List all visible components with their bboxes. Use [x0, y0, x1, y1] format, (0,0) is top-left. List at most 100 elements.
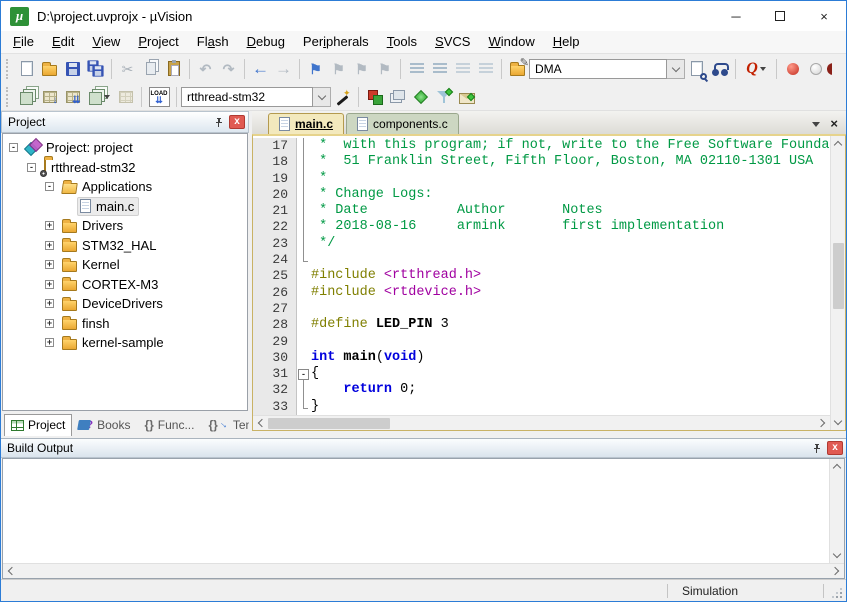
- scroll-down-button[interactable]: [831, 415, 846, 430]
- resize-grip[interactable]: [824, 580, 846, 602]
- redo-button[interactable]: ↷: [217, 57, 240, 80]
- save-all-button[interactable]: [84, 57, 107, 80]
- menu-peripherals[interactable]: Peripherals: [294, 31, 378, 53]
- scroll-up-button[interactable]: [830, 459, 845, 474]
- menu-view[interactable]: View: [83, 31, 129, 53]
- insert-breakpoint-button[interactable]: [781, 57, 804, 80]
- clipped-toolbar-icon[interactable]: [827, 61, 832, 77]
- minimize-button[interactable]: ─: [714, 1, 758, 31]
- manage-rte-button[interactable]: [409, 85, 432, 108]
- insert-bookmark-button[interactable]: ⚑: [304, 57, 327, 80]
- fold-collapse-icon[interactable]: [297, 366, 311, 382]
- comment-button[interactable]: [451, 57, 474, 80]
- scroll-down-button[interactable]: [830, 548, 845, 563]
- tree-item-drivers[interactable]: + Drivers: [3, 216, 247, 236]
- batch-build-button[interactable]: [84, 85, 114, 108]
- scroll-left-button[interactable]: [3, 564, 18, 579]
- editor-horizontal-scrollbar[interactable]: [253, 415, 830, 430]
- toolbar-grip[interactable]: [6, 87, 10, 107]
- expander-icon[interactable]: -: [27, 163, 36, 172]
- build-output-content[interactable]: [3, 459, 829, 563]
- stop-build-button[interactable]: [114, 85, 137, 108]
- close-document-button[interactable]: ×: [830, 119, 838, 129]
- scroll-up-button[interactable]: [831, 136, 846, 151]
- pin-button[interactable]: [808, 441, 824, 456]
- project-panel-close-button[interactable]: x: [229, 115, 245, 129]
- code-view[interactable]: 17 * with this program; if not, write to…: [253, 136, 830, 415]
- next-bookmark-button[interactable]: ⚑: [350, 57, 373, 80]
- pin-button[interactable]: [210, 115, 226, 130]
- expander-icon[interactable]: +: [45, 221, 54, 230]
- tab-list-chevron-icon[interactable]: [812, 122, 820, 127]
- find-button[interactable]: [708, 57, 731, 80]
- pack-installer-button[interactable]: [455, 85, 478, 108]
- uncomment-button[interactable]: [474, 57, 497, 80]
- tree-item-stm32-hal[interactable]: + STM32_HAL: [3, 236, 247, 256]
- tree-item-cortex-m3[interactable]: + CORTEX-M3: [3, 275, 247, 295]
- build-button[interactable]: ↓: [38, 85, 61, 108]
- indent-button[interactable]: [405, 57, 428, 80]
- tab-functions[interactable]: {}Func...: [138, 414, 200, 436]
- build-output-close-button[interactable]: x: [827, 441, 843, 455]
- scroll-left-button[interactable]: [253, 416, 268, 431]
- tree-item-main-c[interactable]: main.c: [3, 197, 247, 217]
- scrollbar-thumb[interactable]: [268, 418, 390, 429]
- build-output-horizontal-scrollbar[interactable]: [3, 563, 844, 578]
- editor-vertical-scrollbar[interactable]: [830, 136, 845, 430]
- save-button[interactable]: [61, 57, 84, 80]
- configure-search-button[interactable]: ✎: [506, 57, 529, 80]
- tab-project[interactable]: Project: [4, 414, 72, 436]
- tree-item-kernel-sample[interactable]: + kernel-sample: [3, 333, 247, 353]
- tree-item-finsh[interactable]: + finsh: [3, 314, 247, 334]
- expander-icon[interactable]: -: [9, 143, 18, 152]
- download-button[interactable]: LOAD ⇊: [146, 85, 172, 108]
- expander-icon[interactable]: +: [45, 280, 54, 289]
- search-dropdown-button[interactable]: [667, 59, 685, 79]
- expander-icon[interactable]: +: [45, 260, 54, 269]
- menu-debug[interactable]: Debug: [238, 31, 294, 53]
- expander-icon[interactable]: +: [45, 241, 54, 250]
- tree-item-project-root[interactable]: - Project: project: [3, 138, 247, 158]
- expander-icon[interactable]: +: [45, 319, 54, 328]
- scroll-right-button[interactable]: [815, 416, 830, 431]
- tree-item-kernel[interactable]: + Kernel: [3, 255, 247, 275]
- menu-project[interactable]: Project: [129, 31, 187, 53]
- tree-item-rtthread-stm32[interactable]: - rtthread-stm32: [3, 158, 247, 178]
- translate-button[interactable]: [15, 85, 38, 108]
- target-combobox[interactable]: rtthread-stm32: [181, 87, 313, 107]
- menu-window[interactable]: Window: [479, 31, 543, 53]
- expander-icon[interactable]: +: [45, 299, 54, 308]
- rebuild-button[interactable]: ⇊: [61, 85, 84, 108]
- tab-books[interactable]: ?Books: [72, 414, 136, 436]
- search-combobox[interactable]: DMA: [529, 59, 667, 79]
- manage-workspace-button[interactable]: [386, 85, 409, 108]
- select-software-packs-button[interactable]: [432, 85, 455, 108]
- open-file-button[interactable]: [38, 57, 61, 80]
- maximize-button[interactable]: [758, 1, 802, 31]
- scroll-right-button[interactable]: [829, 564, 844, 579]
- toolbar-grip[interactable]: [6, 59, 10, 79]
- tree-item-devicedrivers[interactable]: + DeviceDrivers: [3, 294, 247, 314]
- options-for-target-button[interactable]: ✦: [331, 85, 354, 108]
- undo-button[interactable]: ↶: [194, 57, 217, 80]
- close-button[interactable]: ×: [802, 1, 846, 31]
- target-dropdown-button[interactable]: [313, 87, 331, 107]
- expander-icon[interactable]: -: [45, 182, 54, 191]
- manage-project-items-button[interactable]: [363, 85, 386, 108]
- expander-icon[interactable]: +: [45, 338, 54, 347]
- tab-components-c[interactable]: components.c: [346, 113, 459, 134]
- tree-item-applications[interactable]: - Applications: [3, 177, 247, 197]
- menu-edit[interactable]: Edit: [43, 31, 83, 53]
- new-file-button[interactable]: [15, 57, 38, 80]
- disable-breakpoint-button[interactable]: [804, 57, 827, 80]
- scrollbar-thumb[interactable]: [833, 243, 844, 309]
- copy-button[interactable]: [139, 57, 162, 80]
- navigate-forward-button[interactable]: →: [272, 57, 295, 80]
- prev-bookmark-button[interactable]: ⚑: [327, 57, 350, 80]
- menu-tools[interactable]: Tools: [378, 31, 426, 53]
- build-output-vertical-scrollbar[interactable]: [829, 459, 844, 563]
- clear-bookmarks-button[interactable]: ⚑: [373, 57, 396, 80]
- quick-search-button[interactable]: Q: [740, 57, 772, 80]
- unindent-button[interactable]: [428, 57, 451, 80]
- find-in-files-button[interactable]: [685, 57, 708, 80]
